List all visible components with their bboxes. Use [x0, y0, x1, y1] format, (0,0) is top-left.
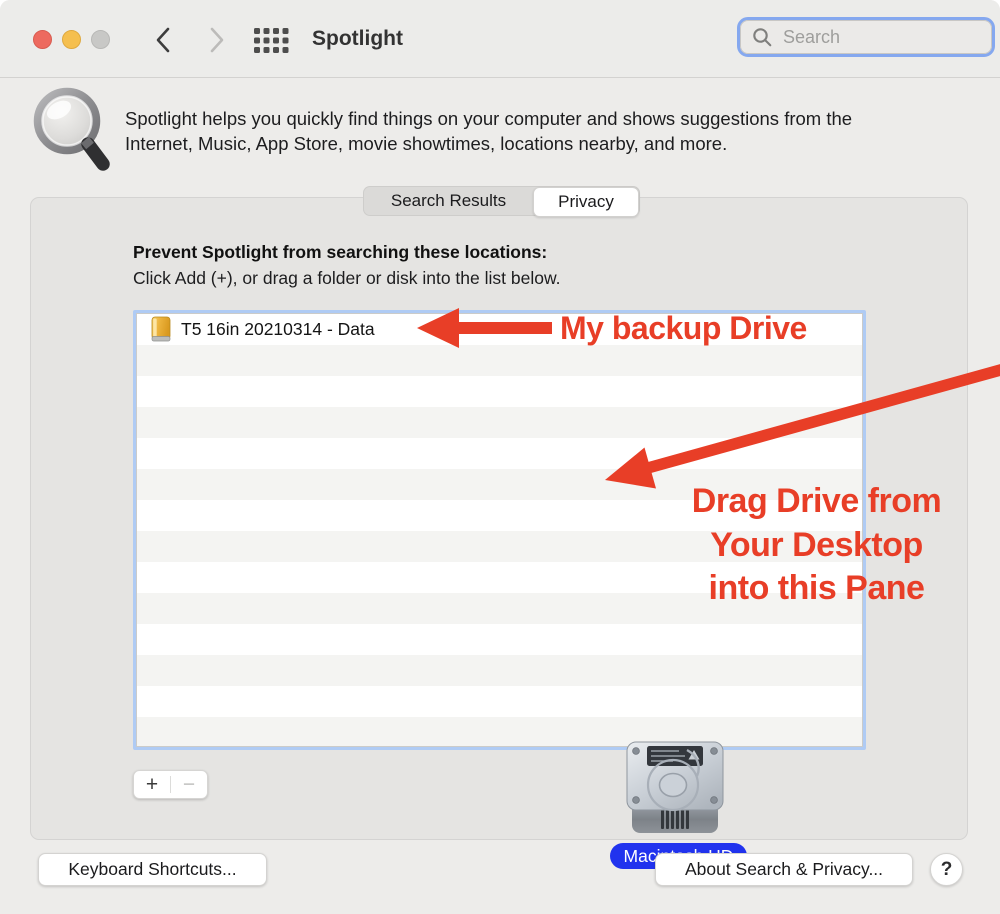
add-button[interactable]: + [134, 771, 170, 798]
list-item-label: T5 16in 20210314 - Data [181, 319, 375, 340]
keyboard-shortcuts-button[interactable]: Keyboard Shortcuts... [38, 853, 267, 886]
minimize-button[interactable] [62, 30, 81, 49]
search-field[interactable] [740, 20, 992, 54]
remove-button[interactable]: − [171, 771, 207, 798]
spotlight-magnifier-icon [30, 86, 110, 181]
tab-search-results[interactable]: Search Results [364, 187, 533, 215]
external-drive-icon [150, 316, 172, 343]
grid-dots-icon [254, 28, 289, 53]
chevron-right-icon [209, 27, 225, 53]
zoom-button[interactable] [91, 30, 110, 49]
spotlight-description: Spotlight helps you quickly find things … [125, 106, 852, 156]
help-button[interactable]: ? [930, 853, 963, 886]
tab-bar: Search Results Privacy [363, 186, 640, 216]
search-field-focus-ring [737, 17, 995, 57]
privacy-heading: Prevent Spotlight from searching these l… [133, 242, 547, 263]
forward-button[interactable] [204, 25, 230, 55]
title-bar: Spotlight [0, 0, 1000, 78]
description-line-2: Internet, Music, App Store, movie showti… [125, 131, 852, 156]
description-line-1: Spotlight helps you quickly find things … [125, 106, 852, 131]
search-input[interactable] [781, 26, 975, 49]
page-title: Spotlight [312, 27, 403, 51]
search-icon [752, 27, 773, 48]
privacy-exclusion-list[interactable]: T5 16in 20210314 - Data [133, 310, 866, 750]
about-search-privacy-button[interactable]: About Search & Privacy... [655, 853, 913, 886]
close-button[interactable] [33, 30, 52, 49]
chevron-left-icon [155, 27, 171, 53]
list-item-t5-drive[interactable]: T5 16in 20210314 - Data [137, 314, 862, 345]
add-remove-control: + − [133, 770, 208, 799]
tab-privacy[interactable]: Privacy [533, 187, 639, 217]
show-all-button[interactable] [254, 28, 289, 58]
back-button[interactable] [150, 25, 176, 55]
list-surface: T5 16in 20210314 - Data [136, 313, 863, 747]
internal-hard-drive-icon[interactable] [623, 737, 727, 844]
privacy-subheading: Click Add (+), or drag a folder or disk … [133, 268, 561, 289]
spotlight-preferences-window: Spotlight [0, 0, 1000, 914]
